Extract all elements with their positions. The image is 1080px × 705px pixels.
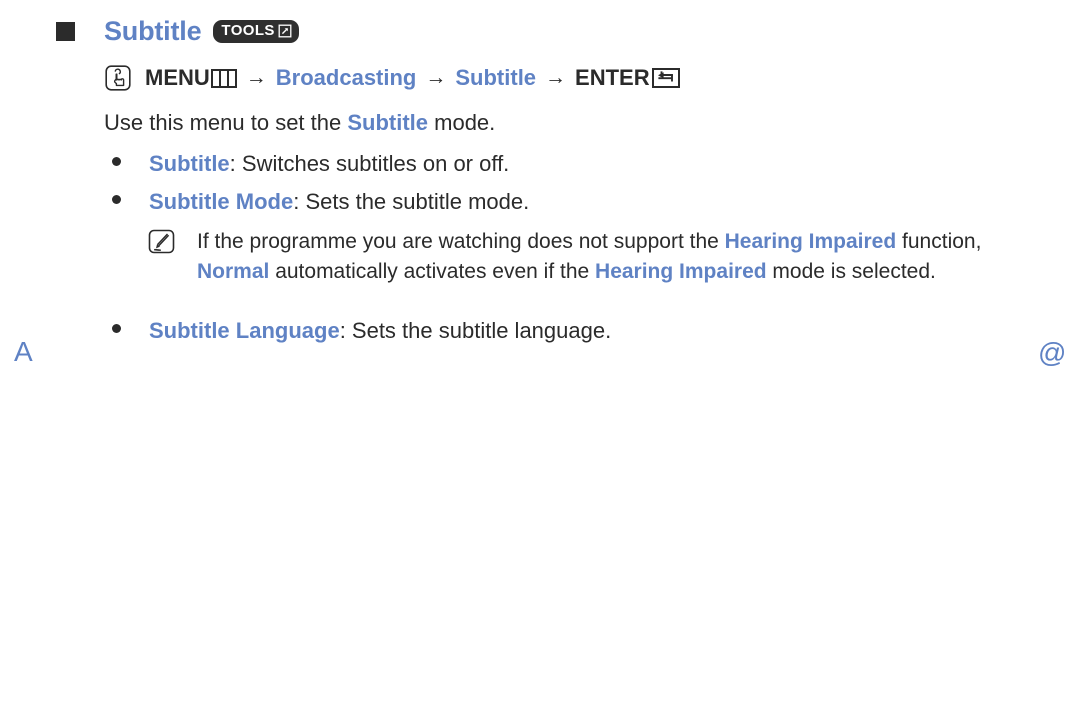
list-item: Subtitle: Switches subtitles on or off. <box>112 151 509 177</box>
bullet-dot-icon <box>112 195 121 204</box>
list-item-text: Subtitle: Switches subtitles on or off. <box>149 151 509 177</box>
note-text: If the programme you are watching does n… <box>197 227 1008 287</box>
list-item-description: : Switches subtitles on or off. <box>229 151 510 176</box>
page-heading: Subtitle TOOLS <box>56 13 299 49</box>
page-title: Subtitle <box>104 15 202 46</box>
path-arrow-1: → <box>245 66 267 89</box>
list-item-text: Subtitle Language: Sets the subtitle lan… <box>149 318 611 344</box>
bullet-dot-icon <box>112 157 121 166</box>
note-seg-7: mode is selected. <box>766 260 936 283</box>
path-arrow-2: → <box>425 66 447 89</box>
list-item-term: Subtitle Mode <box>149 189 294 214</box>
return-key-icon <box>651 68 680 88</box>
path-arrow-3: → <box>545 66 567 89</box>
lead-paragraph: Use this menu to set the Subtitle mode. <box>104 110 495 136</box>
list-item: Subtitle Mode: Sets the subtitle mode. <box>112 189 529 215</box>
menu-label: MENU <box>145 65 210 90</box>
hand-press-button-icon <box>104 64 132 92</box>
note-seg-1: If the programme you are watching does n… <box>197 230 725 253</box>
note-term-hearing-impaired-2: Hearing Impaired <box>595 260 767 283</box>
margin-mark-right: @ <box>1038 337 1067 368</box>
margin-mark-left: A <box>14 336 33 367</box>
external-link-arrow-icon <box>278 24 292 38</box>
list-item-term: Subtitle Language <box>149 318 340 343</box>
note-seg-5: automatically activates even if the <box>269 260 596 283</box>
bullet-dot-icon <box>112 324 121 333</box>
lead-emphasis: Subtitle <box>347 110 429 135</box>
list-item-term: Subtitle <box>149 151 230 176</box>
note-term-normal: Normal <box>197 260 270 283</box>
tools-badge[interactable]: TOOLS <box>213 19 299 43</box>
note-pencil-icon <box>148 229 178 256</box>
tools-badge-label: TOOLS <box>221 21 275 39</box>
note-term-hearing-impaired-1: Hearing Impaired <box>724 230 897 253</box>
enter-label: ENTER <box>575 65 650 90</box>
lead-text-after: mode. <box>428 110 496 135</box>
menu-grid-icon <box>210 68 237 88</box>
note-block: If the programme you are watching does n… <box>148 227 1008 287</box>
list-item-description: : Sets the subtitle mode. <box>293 189 530 214</box>
path-item-subtitle[interactable]: Subtitle <box>455 65 536 91</box>
note-seg-3: function, <box>896 230 982 253</box>
manual-page: Subtitle TOOLS MENU → Broadcasting → Sub… <box>0 0 1080 705</box>
path-item-broadcasting[interactable]: Broadcasting <box>276 65 417 91</box>
list-item-text: Subtitle Mode: Sets the subtitle mode. <box>149 189 529 215</box>
section-square-icon <box>56 21 75 41</box>
list-item-description: : Sets the subtitle language. <box>339 318 612 343</box>
lead-text-before: Use this menu to set the <box>104 110 348 135</box>
menu-path: MENU → Broadcasting → Subtitle → ENTER <box>104 60 680 96</box>
list-item: Subtitle Language: Sets the subtitle lan… <box>112 318 611 344</box>
